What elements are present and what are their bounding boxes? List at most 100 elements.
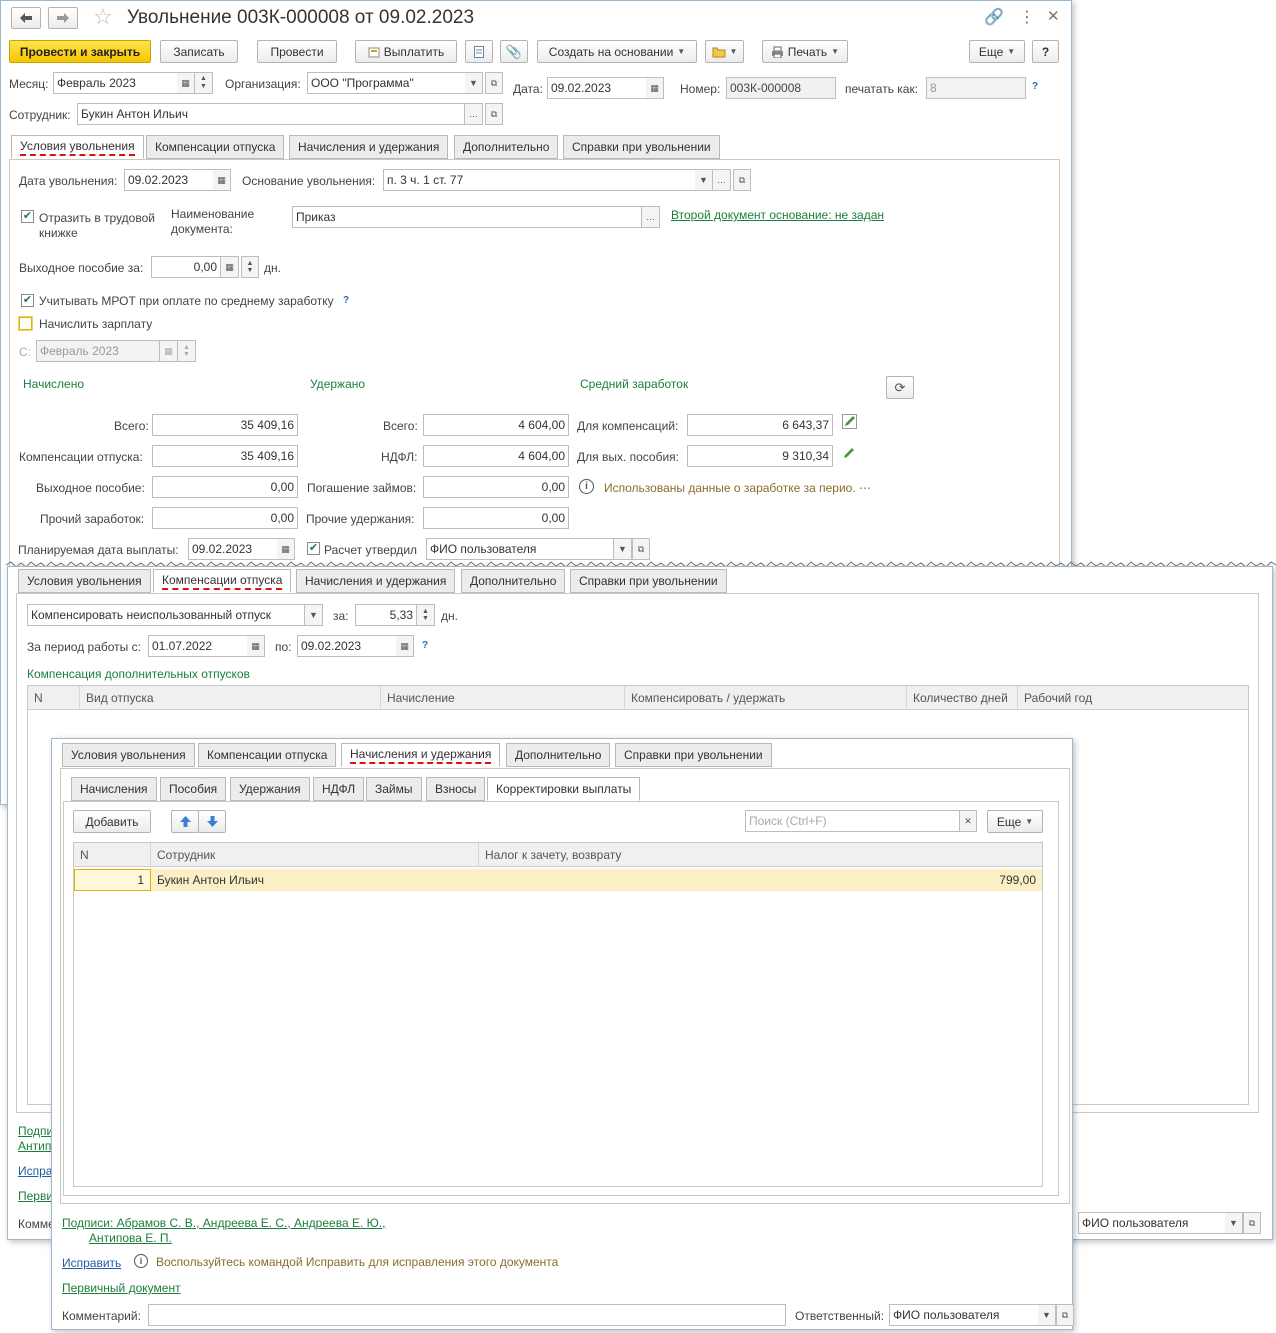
- primary-doc-link-partial[interactable]: Перви: [18, 1189, 53, 1203]
- period-from-input[interactable]: 01.07.2022: [148, 635, 248, 657]
- related-docs-button[interactable]: ▼: [705, 40, 744, 63]
- tab-vacation-compensation[interactable]: Компенсации отпуска: [146, 135, 285, 159]
- subtab-loans[interactable]: Займы: [366, 777, 422, 801]
- row-amount-cell[interactable]: 799,00: [999, 869, 1036, 891]
- compensate-select[interactable]: Компенсировать неиспользованный отпуск: [27, 604, 305, 626]
- responsible-select[interactable]: ФИО пользователя: [889, 1304, 1039, 1326]
- link-icon[interactable]: 🔗: [984, 7, 1004, 27]
- tab-additional[interactable]: Дополнительно: [506, 743, 611, 767]
- approved-checkbox[interactable]: ✔: [307, 542, 320, 555]
- add-button[interactable]: Добавить: [73, 810, 151, 833]
- month-input[interactable]: Февраль 2023: [53, 72, 179, 94]
- subtab-payment-adjustments[interactable]: Корректировки выплаты: [487, 777, 641, 801]
- edit-pencil-icon[interactable]: [841, 413, 857, 429]
- severance-days-input[interactable]: 0,00: [151, 256, 221, 278]
- tab-conditions[interactable]: Условия увольнения: [18, 569, 151, 593]
- col-vacation-type[interactable]: Вид отпуска: [80, 686, 381, 710]
- second-doc-link[interactable]: Второй документ основание: не задан: [671, 208, 884, 222]
- signatures-link-partial-2[interactable]: Антип: [18, 1139, 51, 1153]
- tab-certificates[interactable]: Справки при увольнении: [563, 135, 720, 159]
- help-icon[interactable]: ?: [1032, 81, 1038, 92]
- subtab-ndfl[interactable]: НДФЛ: [313, 777, 365, 801]
- tab-conditions[interactable]: Условия увольнения: [62, 743, 195, 767]
- fix-link-partial[interactable]: Испра: [18, 1164, 52, 1178]
- select-ellipsis-icon[interactable]: …: [642, 206, 660, 228]
- menu-dots-icon[interactable]: ⋮: [1019, 7, 1035, 27]
- open-user-icon[interactable]: ⧉: [632, 538, 650, 560]
- col-n[interactable]: N: [74, 843, 151, 867]
- attach-button[interactable]: 📎: [500, 40, 528, 63]
- date-input[interactable]: 09.02.2023: [547, 77, 647, 99]
- tab-vacation-compensation[interactable]: Компенсации отпуска: [153, 569, 292, 593]
- pay-button[interactable]: Выплатить: [355, 40, 457, 63]
- close-icon[interactable]: ✕: [1047, 7, 1060, 25]
- create-based-on-button[interactable]: Создать на основании ▼: [537, 40, 697, 63]
- dismissal-date-input[interactable]: 09.02.2023: [124, 169, 214, 191]
- mrot-checkbox[interactable]: ✔: [21, 294, 34, 307]
- print-button[interactable]: Печать ▼: [762, 40, 848, 63]
- reflect-checkbox[interactable]: ✔: [21, 210, 34, 223]
- tab-additional[interactable]: Дополнительно: [461, 569, 566, 593]
- open-user-icon[interactable]: ⧉: [1243, 1212, 1261, 1234]
- refresh-button[interactable]: ⟳: [886, 376, 914, 399]
- fix-link[interactable]: Исправить: [62, 1256, 121, 1270]
- post-and-close-button[interactable]: Провести и закрыть: [9, 40, 151, 63]
- help-button[interactable]: ?: [1032, 40, 1059, 63]
- signatures-link-2[interactable]: Антипова Е. П.: [89, 1231, 172, 1245]
- calendar-icon[interactable]: ▦: [160, 340, 178, 362]
- row-employee-cell[interactable]: Букин Антон Ильич: [157, 869, 264, 891]
- tab-charges[interactable]: Начисления и удержания: [296, 569, 456, 593]
- chevron-down-icon[interactable]: ▼: [695, 169, 713, 191]
- period-to-input[interactable]: 09.02.2023: [297, 635, 397, 657]
- open-basis-icon[interactable]: ⧉: [733, 169, 751, 191]
- help-icon[interactable]: ?: [343, 295, 349, 306]
- more-button[interactable]: Еще ▼: [969, 40, 1025, 63]
- tab-vacation-compensation[interactable]: Компенсации отпуска: [198, 743, 337, 767]
- edit-pencil-icon[interactable]: [841, 444, 857, 460]
- help-icon[interactable]: ?: [422, 640, 428, 651]
- calendar-icon[interactable]: ▦: [277, 538, 295, 560]
- chevron-down-icon[interactable]: ▼: [614, 538, 632, 560]
- month-stepper[interactable]: ▲ ▼: [195, 72, 213, 94]
- col-employee[interactable]: Сотрудник: [151, 843, 479, 867]
- col-n[interactable]: N: [28, 686, 80, 710]
- subtab-withholdings[interactable]: Удержания: [230, 777, 310, 801]
- chevron-down-icon[interactable]: ▼: [1225, 1212, 1243, 1234]
- basis-select[interactable]: п. 3 ч. 1 ст. 77: [383, 169, 696, 191]
- row-n-cell[interactable]: 1: [74, 869, 151, 891]
- calendar-icon[interactable]: ▦: [396, 635, 414, 657]
- col-accrual[interactable]: Начисление: [381, 686, 625, 710]
- employee-input[interactable]: Букин Антон Ильич: [77, 103, 465, 125]
- signatures-link[interactable]: Подписи: Абрамов С. В., Андреева Е. С., …: [62, 1216, 385, 1230]
- calendar-icon[interactable]: ▦: [646, 77, 664, 99]
- subtab-benefits[interactable]: Пособия: [160, 777, 227, 801]
- tab-certificates[interactable]: Справки при увольнении: [615, 743, 772, 767]
- from-month-input[interactable]: Февраль 2023: [36, 340, 160, 362]
- calendar-icon[interactable]: ▦: [213, 169, 231, 191]
- tab-additional[interactable]: Дополнительно: [454, 135, 559, 159]
- clear-search-icon[interactable]: ✕: [959, 810, 977, 832]
- comp-days-input[interactable]: 5,33: [355, 604, 417, 626]
- tab-conditions[interactable]: Условия увольнения: [11, 135, 144, 159]
- tab-charges[interactable]: Начисления и удержания: [341, 743, 501, 767]
- chevron-down-icon[interactable]: ▼: [465, 72, 483, 94]
- more-button[interactable]: Еще ▼: [987, 810, 1043, 833]
- subtab-contributions[interactable]: Взносы: [426, 777, 486, 801]
- org-select[interactable]: ООО "Программа": [307, 72, 467, 94]
- subtab-accruals[interactable]: Начисления: [71, 777, 157, 801]
- save-button[interactable]: Записать: [160, 40, 238, 63]
- primary-doc-link[interactable]: Первичный документ: [62, 1281, 181, 1295]
- signatures-link-partial[interactable]: Подпи: [18, 1124, 53, 1138]
- open-org-icon[interactable]: ⧉: [485, 72, 503, 94]
- report-button[interactable]: [465, 40, 493, 63]
- doc-name-input[interactable]: Приказ: [292, 206, 642, 228]
- open-user-icon[interactable]: ⧉: [1056, 1304, 1074, 1326]
- select-ellipsis-icon[interactable]: …: [713, 169, 731, 191]
- col-days-count[interactable]: Количество дней: [907, 686, 1018, 710]
- favorite-star-icon[interactable]: ☆: [93, 4, 113, 30]
- calendar-icon[interactable]: ▦: [177, 72, 195, 94]
- table-row[interactable]: 1 Букин Антон Ильич 799,00: [74, 869, 1042, 891]
- move-down-button[interactable]: [198, 810, 226, 833]
- from-stepper[interactable]: ▲ ▼: [178, 340, 196, 362]
- col-compensate[interactable]: Компенсировать / удержать: [625, 686, 907, 710]
